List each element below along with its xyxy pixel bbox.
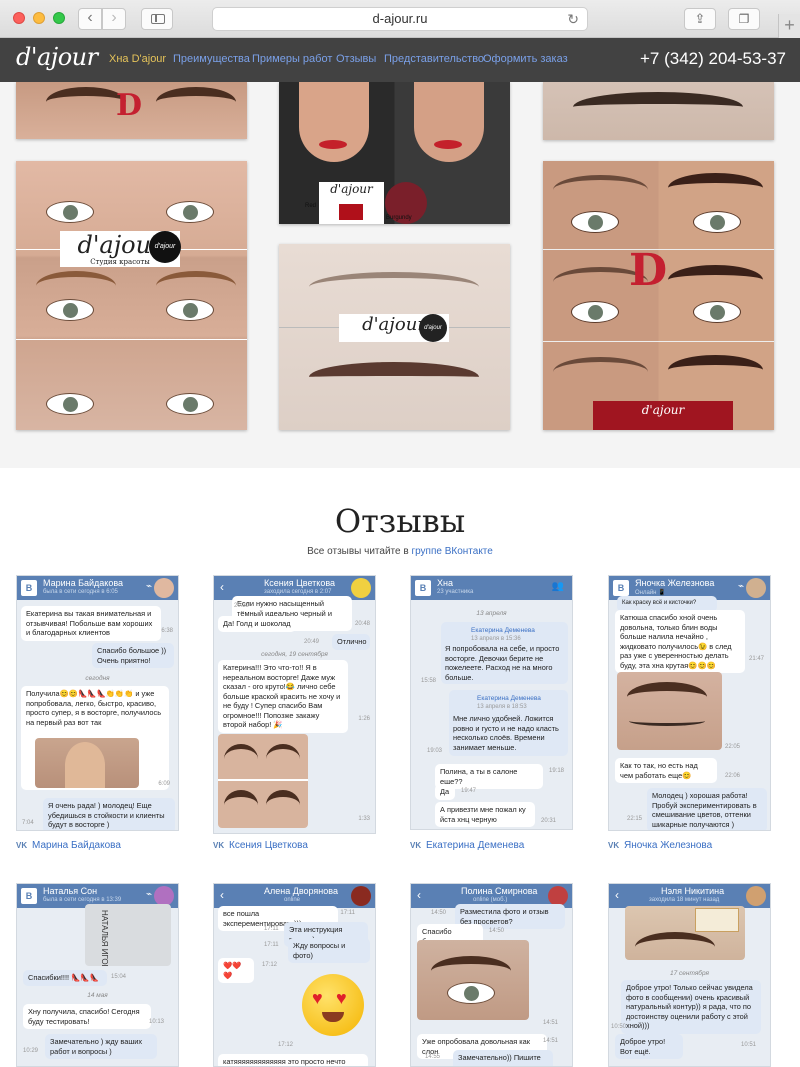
review-photo[interactable]: НАТАЛЬЯ ИГОРЕВНА — [85, 904, 171, 966]
share-icon: ⇪ — [694, 11, 706, 26]
review-author-link[interactable]: VK Марина Байдакова — [16, 840, 121, 851]
back-button[interactable]: ‹ — [78, 8, 102, 30]
chevron-left-icon: ‹ — [220, 888, 224, 902]
vk-icon: В — [21, 580, 37, 596]
dajour-d-logo: D — [116, 88, 143, 123]
forward-button[interactable]: › — [102, 8, 126, 30]
menu-item-examples[interactable]: Примеры работ — [252, 53, 332, 65]
show-tabs-button[interactable]: ❐ — [728, 8, 760, 30]
review-screenshot[interactable]: В Марина Байдакова была в сети сегодня в… — [16, 575, 179, 831]
avatar — [154, 886, 174, 906]
menu-item-order[interactable]: Оформить заказ — [483, 53, 568, 65]
review-screenshot[interactable]: ‹ Алена Дворянова online все пошла экспе… — [213, 883, 376, 1067]
vk-icon: В — [21, 888, 37, 904]
chevron-left-icon: ‹ — [87, 9, 93, 26]
address-bar[interactable]: d-ajour.ru ↻ — [212, 7, 588, 31]
avatar — [351, 886, 371, 906]
dajour-round-logo: d'ajour — [149, 231, 181, 263]
review-author-link[interactable]: VK Екатерина Деменева — [410, 840, 524, 851]
close-window-button[interactable] — [13, 12, 25, 24]
group-icon: 👥 — [551, 581, 564, 592]
review-screenshot[interactable]: ‹ Полина Смирнова online (моб.) Размести… — [410, 883, 573, 1067]
site-logo[interactable]: d'ajour — [16, 43, 98, 71]
share-button[interactable]: ⇪ — [684, 8, 716, 30]
zoom-window-button[interactable] — [53, 12, 65, 24]
dajour-round-logo: d'ajour — [419, 314, 447, 342]
avatar — [746, 886, 766, 906]
vk-icon: VK — [608, 841, 620, 850]
vk-icon: В — [415, 580, 431, 596]
menu-item-representation[interactable]: Представительство — [384, 53, 484, 65]
chat-header: ‹ Алена Дворянова online — [214, 884, 375, 908]
gallery-photo[interactable]: D — [16, 82, 247, 139]
dajour-d-logo: D — [629, 245, 668, 296]
review-photo[interactable] — [617, 672, 722, 750]
works-gallery: D d'ajour Студия красоты d'ajour d'ajour… — [0, 82, 800, 468]
new-tab-button[interactable]: + — [778, 14, 800, 38]
menu-item-henna[interactable]: Хна D'ajour — [109, 53, 166, 65]
vk-icon: VK — [16, 841, 28, 850]
heart-eyes-emoji-sticker: ♥ ♥ — [302, 974, 364, 1036]
gallery-photo[interactable]: d'ajour Red Burgundy — [279, 82, 510, 224]
review-photo[interactable] — [625, 906, 745, 960]
avatar — [548, 886, 568, 906]
tabs-icon: ❐ — [738, 12, 750, 26]
review-photo[interactable] — [218, 734, 308, 828]
chat-header: В Марина Байдакова была в сети сегодня в… — [17, 576, 178, 600]
review-screenshot[interactable]: В Наталья Сон была в сети сегодня в 13:3… — [16, 883, 179, 1067]
review-screenshot[interactable]: ‹ Ксения Цветкова заходила сегодня в 2:0… — [213, 575, 376, 834]
dajour-banner: d'ajour — [593, 401, 733, 430]
chat-header: ‹ Нэля Никитина заходила 18 минут назад — [609, 884, 770, 908]
minimize-window-button[interactable] — [33, 12, 45, 24]
review-screenshot[interactable]: В Яночка Железнова Онлайн 📱 ⌁ Как краску… — [608, 575, 771, 831]
vk-group-link[interactable]: группе ВКонтакте — [411, 546, 492, 557]
paperclip-icon: ⌁ — [737, 581, 744, 592]
vk-icon: В — [613, 580, 629, 596]
reload-icon[interactable]: ↻ — [567, 8, 579, 30]
avatar — [351, 578, 371, 598]
gallery-photo[interactable]: d'ajour Студия красоты d'ajour — [16, 161, 247, 430]
gallery-photo[interactable] — [543, 82, 774, 140]
browser-toolbar: ‹ › d-ajour.ru ↻ ⇪ ❐ + — [0, 0, 800, 38]
chevron-left-icon: ‹ — [615, 888, 619, 902]
chevron-left-icon: ‹ — [220, 580, 224, 594]
paperclip-icon: ⌁ — [145, 581, 152, 592]
review-screenshot[interactable]: В Хна 23 участника 👥 13 апреля Екатерина… — [410, 575, 573, 830]
vk-icon: VK — [213, 841, 225, 850]
sidebar-toggle-button[interactable] — [141, 8, 173, 30]
menu-item-advantages[interactable]: Преимущества — [173, 53, 250, 65]
chat-header: В Хна 23 участника 👥 — [411, 576, 572, 600]
plus-icon: + — [784, 15, 795, 35]
paperclip-icon: ⌁ — [145, 889, 152, 900]
review-photo[interactable] — [35, 738, 139, 788]
sidebar-icon — [151, 14, 165, 24]
menu-item-reviews[interactable]: Отзывы — [336, 53, 376, 65]
review-author-link[interactable]: VK Яночка Железнова — [608, 840, 712, 851]
henna-package — [695, 908, 739, 932]
site-header: d'ajour Хна D'ajour Преимущества Примеры… — [0, 38, 800, 82]
reviews-title: Отзывы — [334, 502, 466, 540]
reviews-subtitle: Все отзывы читайте в группе ВКонтакте — [307, 546, 493, 557]
avatar — [746, 578, 766, 598]
review-screenshot[interactable]: ‹ Нэля Никитина заходила 18 минут назад … — [608, 883, 771, 1067]
review-photo[interactable] — [417, 940, 529, 1020]
henna-box-red: d'ajour — [319, 182, 384, 224]
gallery-photo[interactable]: d'ajour d'ajour — [279, 244, 510, 430]
chevron-right-icon: › — [111, 9, 117, 26]
url-text: d-ajour.ru — [372, 11, 428, 26]
vk-icon: VK — [410, 841, 422, 850]
review-author-link[interactable]: VK Ксения Цветкова — [213, 840, 308, 851]
chevron-left-icon: ‹ — [417, 888, 421, 902]
gallery-photo[interactable]: D d'ajour — [543, 161, 774, 430]
avatar — [154, 578, 174, 598]
phone-number[interactable]: +7 (342) 204-53-37 — [640, 49, 786, 69]
